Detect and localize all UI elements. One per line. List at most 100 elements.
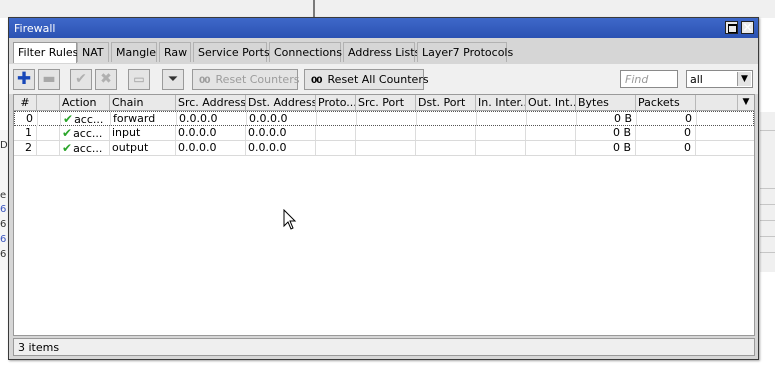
cell-number: 2	[14, 141, 37, 155]
cell-dst-address: 0.0.0.0	[247, 112, 317, 126]
column-header-src-address[interactable]: Src. Address	[176, 95, 246, 110]
status-bar: 3 items	[13, 338, 755, 356]
cell-out-interface	[526, 126, 576, 140]
column-header-spacer	[696, 95, 738, 110]
column-header-action[interactable]: Action	[60, 95, 110, 110]
cell-packets: 0	[636, 141, 696, 155]
cell-packets: 0	[636, 126, 696, 140]
cell-src-address: 0.0.0.0	[176, 126, 246, 140]
counter-icon: 00	[311, 76, 322, 86]
cell-src-port	[356, 126, 416, 140]
counter-icon: 00	[199, 76, 210, 86]
cell-dst-address: 0.0.0.0	[246, 126, 316, 140]
table-row[interactable]: 0 ✔acc... forward 0.0.0.0 0.0.0.0 0 B 0	[14, 111, 754, 126]
maximize-button[interactable]	[725, 21, 738, 34]
background-splitter	[313, 0, 315, 18]
column-header-flags[interactable]	[37, 95, 60, 110]
tab-nat[interactable]: NAT	[77, 42, 109, 62]
cell-bytes: 0 B	[576, 126, 636, 140]
column-header-out-interface[interactable]: Out. Int...	[526, 95, 576, 110]
column-menu-icon[interactable]: ▼	[738, 95, 754, 110]
reset-counters-button[interactable]: 00 Reset Counters	[192, 69, 300, 90]
comment-button[interactable]: ▭	[128, 69, 150, 90]
column-header-dst-port[interactable]: Dst. Port	[416, 95, 476, 110]
funnel-icon: ⏷	[167, 72, 179, 87]
column-header-chain[interactable]: Chain	[110, 95, 176, 110]
cell-src-address: 0.0.0.0	[177, 112, 247, 126]
cell-chain: forward	[111, 112, 177, 126]
cell-dst-port	[416, 126, 476, 140]
cell-dst-address: 0.0.0.0	[246, 141, 316, 155]
window-title: Firewall	[14, 22, 56, 35]
disable-button[interactable]: ✖	[95, 69, 117, 90]
tab-address-lists[interactable]: Address Lists	[343, 42, 420, 62]
column-header-protocol[interactable]: Proto...	[316, 95, 356, 110]
close-button[interactable]: ×	[741, 21, 754, 34]
reset-all-counters-button[interactable]: 00 Reset All Counters	[304, 69, 429, 90]
add-button[interactable]: ✚	[13, 69, 35, 90]
tab-connections[interactable]: Connections	[269, 42, 342, 62]
cell-number: 1	[14, 126, 37, 140]
column-header-dst-address[interactable]: Dst. Address	[246, 95, 316, 110]
cell-in-interface	[476, 141, 526, 155]
action-label: acc...	[74, 113, 104, 126]
table-row[interactable]: 1 ✔acc... input 0.0.0.0 0.0.0.0 0 B 0	[14, 126, 754, 141]
cell-in-interface	[476, 126, 526, 140]
cell-src-port	[356, 141, 416, 155]
cell-protocol	[316, 141, 356, 155]
plus-icon: ✚	[16, 69, 32, 89]
cell-protocol	[317, 112, 357, 126]
minus-icon: ▬	[42, 71, 56, 87]
column-header-bytes[interactable]: Bytes	[576, 95, 636, 110]
filter-button[interactable]: ⏷	[162, 69, 184, 90]
cell-chain: input	[110, 126, 176, 140]
cell-action: ✔acc...	[61, 112, 111, 126]
toolbar: ✚ ▬ ✔ ✖ ▭ ⏷ 00 Reset Counters 00 Reset All…	[9, 64, 758, 94]
scope-select[interactable]: all ▼	[686, 70, 753, 88]
cell-flags	[38, 112, 61, 126]
tab-layer7-protocols[interactable]: Layer7 Protocols	[417, 42, 513, 62]
cell-packets: 0	[637, 112, 697, 126]
tab-mangle[interactable]: Mangle	[111, 42, 157, 62]
remove-button[interactable]: ▬	[38, 69, 60, 90]
column-header-in-interface[interactable]: In. Inter...	[476, 95, 526, 110]
action-label: acc...	[73, 127, 103, 140]
comment-icon: ▭	[133, 72, 145, 86]
check-icon: ✔	[75, 71, 87, 87]
column-header-packets[interactable]: Packets	[636, 95, 696, 110]
cell-out-interface	[526, 141, 576, 155]
enable-button[interactable]: ✔	[70, 69, 92, 90]
table-row[interactable]: 2 ✔acc... output 0.0.0.0 0.0.0.0 0 B 0	[14, 141, 754, 156]
accept-check-icon: ✔	[63, 112, 74, 126]
cell-src-port	[357, 112, 417, 126]
table-header: # Action Chain Src. Address Dst. Address…	[14, 95, 754, 111]
scope-value: all	[690, 73, 703, 86]
column-header-src-port[interactable]: Src. Port	[356, 95, 416, 110]
cell-in-interface	[477, 112, 527, 126]
cell-action: ✔acc...	[60, 141, 110, 155]
cell-dst-port	[416, 141, 476, 155]
find-input[interactable]: Find	[620, 70, 678, 88]
cell-bytes: 0 B	[576, 141, 636, 155]
tab-filter-rules[interactable]: Filter Rules	[13, 42, 78, 63]
cell-bytes: 0 B	[577, 112, 637, 126]
window-titlebar[interactable]: Firewall ×	[9, 18, 758, 38]
accept-check-icon: ✔	[62, 126, 73, 140]
cell-action: ✔acc...	[60, 126, 110, 140]
cell-src-address: 0.0.0.0	[176, 141, 246, 155]
cell-chain: output	[110, 141, 176, 155]
x-icon: ✖	[100, 71, 112, 87]
reset-counters-label: Reset Counters	[215, 73, 300, 86]
action-label: acc...	[73, 142, 103, 155]
accept-check-icon: ✔	[62, 141, 73, 155]
column-header-number[interactable]: #	[14, 95, 37, 110]
rules-table: # Action Chain Src. Address Dst. Address…	[13, 94, 755, 336]
mouse-cursor-icon	[283, 209, 297, 230]
tab-raw[interactable]: Raw	[159, 42, 191, 62]
cell-flags	[37, 141, 60, 155]
close-icon: ×	[742, 20, 753, 34]
tab-service-ports[interactable]: Service Ports	[193, 42, 270, 62]
background-app-bar	[0, 0, 775, 18]
firewall-window: Firewall × Filter Rules NAT Mangle Raw S…	[8, 17, 759, 360]
background-panel-right	[760, 112, 775, 272]
